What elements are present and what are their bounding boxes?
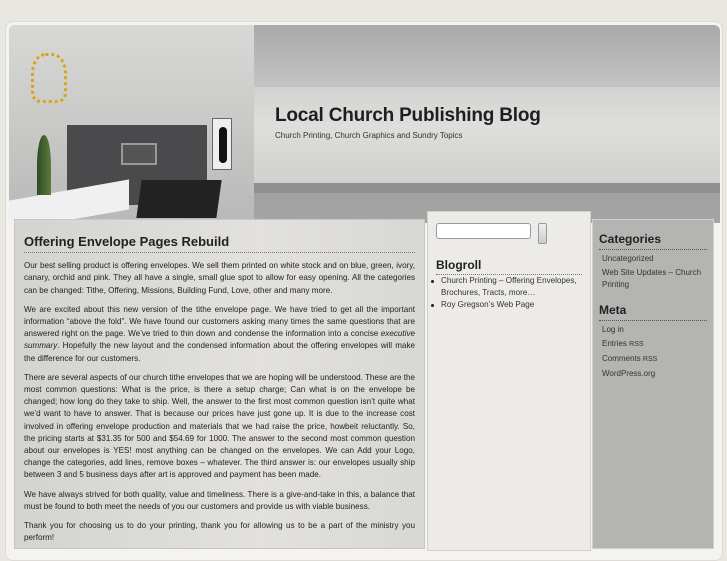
tv-image (121, 143, 157, 165)
plant-image (37, 135, 51, 195)
link-text: Entries (602, 339, 627, 348)
header-banner: Local Church Publishing Blog Church Prin… (9, 25, 720, 223)
blogroll-list: Church Printing – Offering Envelopes, Br… (428, 275, 582, 311)
site-title[interactable]: Local Church Publishing Blog (275, 105, 541, 127)
chandelier-image (31, 53, 67, 103)
post-title[interactable]: Offering Envelope Pages Rebuild (24, 235, 415, 254)
header-floorline (254, 183, 720, 193)
post-paragraph: Thank you for choosing us to do your pri… (24, 521, 415, 543)
post-paragraph: There are several aspects of our church … (24, 372, 415, 480)
link-text: Comments (602, 354, 641, 363)
post-content: Offering Envelope Pages Rebuild Our best… (14, 219, 425, 549)
search-input[interactable] (436, 223, 531, 239)
post-paragraph: We are excited about this new version of… (24, 304, 415, 365)
site-description: Church Printing, Church Graphics and Sun… (275, 131, 463, 140)
sidebar-right: Categories Uncategorized Web Site Update… (592, 219, 714, 549)
chair-image (136, 180, 222, 218)
comments-rss-link[interactable]: Comments RSS (602, 353, 707, 366)
meta-heading: Meta (599, 303, 707, 321)
category-link[interactable]: Uncategorized (602, 253, 707, 265)
entries-rss-link[interactable]: Entries RSS (602, 338, 707, 351)
header-room-image (9, 25, 254, 223)
text: . Hopefully the new layout and the conde… (24, 341, 415, 363)
meta-list: Log in Entries RSS Comments RSS WordPres… (599, 324, 707, 380)
post-paragraph: Our best selling product is offering env… (24, 261, 415, 295)
blogroll-heading: Blogroll (436, 258, 582, 275)
categories-list: Uncategorized Web Site Updates – Church … (599, 253, 707, 291)
login-link[interactable]: Log in (602, 324, 707, 336)
blogroll-link[interactable]: Church Printing – Offering Envelopes, Br… (428, 275, 582, 299)
search-form (436, 223, 582, 244)
post-paragraph: We have always strived for both quality,… (24, 489, 415, 511)
text: We are excited about this new version of… (24, 304, 415, 339)
poster-image (212, 118, 232, 170)
search-button[interactable] (538, 223, 548, 244)
rss-label: RSS (629, 341, 644, 348)
wordpress-link[interactable]: WordPress.org (602, 368, 707, 380)
category-link[interactable]: Web Site Updates – Church Printing (602, 267, 707, 291)
rss-label: RSS (642, 356, 658, 363)
blogroll-link[interactable]: Roy Gregson’s Web Page (428, 299, 582, 311)
categories-heading: Categories (599, 232, 707, 250)
sidebar-middle: Blogroll Church Printing – Offering Enve… (427, 211, 591, 551)
